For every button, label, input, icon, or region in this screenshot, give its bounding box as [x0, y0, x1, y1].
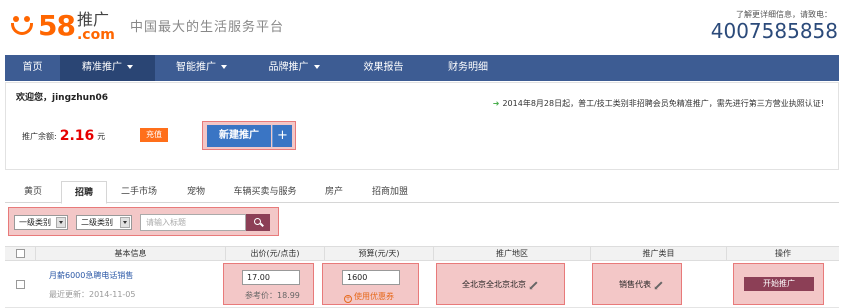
logo-tg-text: 推广 [76, 9, 109, 29]
search-button[interactable] [246, 214, 270, 231]
page-header: 58 推广 .com 中国最大的生活服务平台 了解更详细信息，请致电： 4007… [0, 0, 844, 55]
logo-number: 58 [38, 9, 76, 42]
tab-second-hand[interactable]: 二手市场 [107, 181, 171, 203]
category2-select[interactable]: 二级类别 [76, 215, 132, 230]
nav-item-home[interactable]: 首页 [5, 55, 60, 81]
category-tabs: 黄页 招聘 二手市场 宠物 车辆买卖与服务 房产 招商加盟 [5, 181, 839, 204]
select-all-checkbox[interactable] [16, 249, 25, 258]
new-promotion-button[interactable]: 新建推广 [207, 125, 271, 147]
slogan: 中国最大的生活服务平台 [130, 20, 285, 35]
chevron-down-icon [313, 65, 320, 69]
th-region: 推广地区 [433, 247, 590, 260]
nav-item-precise[interactable]: 精准推广 [60, 55, 155, 81]
pencil-icon [530, 280, 538, 289]
notice-text: ➜ 2014年8月28日起，普工/技工类别非招聘会员免精准推广，需先进行第三方营业… [492, 99, 824, 108]
start-promotion-button[interactable]: 开始推广 [744, 277, 814, 291]
logo-com-text: .com [76, 26, 115, 43]
category1-select[interactable]: 一级类别 [14, 215, 68, 230]
category-edit[interactable]: 销售代表 [619, 279, 663, 290]
bid-highlight: 17.00 参考价：18.99 [223, 263, 314, 305]
balance-label: 推广余额: [22, 132, 57, 141]
tab-yellow-pages[interactable]: 黄页 [5, 181, 61, 203]
category-highlight: 销售代表 [592, 263, 682, 305]
balance-amount: 2.16 [59, 128, 95, 144]
tab-franchise[interactable]: 招商加盟 [359, 181, 421, 203]
account-panel: 欢迎您，jingzhun06 ➜ 2014年8月28日起，普工/技工类别非招聘会员… [5, 82, 839, 170]
add-promotion-button[interactable]: + [272, 125, 292, 147]
pencil-icon [655, 280, 663, 289]
region-highlight: 全北京全北京北京 [436, 263, 565, 305]
table-header: 基本信息 出价(元/点击) 预算(元/天) 推广地区 推广类目 操作 [5, 246, 839, 261]
welcome-text: 欢迎您，jingzhun06 [16, 93, 109, 103]
reference-price: 参考价：18.99 [245, 291, 300, 300]
row-checkbox[interactable] [16, 280, 25, 289]
th-budget: 预算(元/天) [324, 247, 433, 260]
budget-input[interactable]: 1600 [342, 270, 400, 285]
th-action: 操作 [726, 247, 839, 260]
budget-highlight: 1600 + 使用优惠券 [322, 263, 419, 305]
tab-pets[interactable]: 宠物 [171, 181, 221, 203]
chevron-down-icon [127, 65, 133, 69]
region-edit[interactable]: 全北京全北京北京 [462, 279, 538, 290]
filter-highlight: 一级类别 二级类别 请输入标题 [8, 207, 279, 236]
recharge-button[interactable]: 充值 [140, 128, 168, 142]
use-coupon-link[interactable]: + 使用优惠券 [344, 291, 394, 303]
new-promotion-highlight: 新建推广 + [202, 121, 296, 150]
tab-recruitment[interactable]: 招聘 [61, 181, 107, 204]
nav-item-brand[interactable]: 品牌推广 [248, 55, 340, 81]
table-row: 月薪6000急聘电话销售 最近更新：2014-11-05 17.00 参考价：1… [5, 261, 839, 308]
chevron-down-icon [56, 217, 66, 228]
main-nav: 首页 精准推广 智能推广 品牌推广 效果报告 财务明细 [5, 55, 839, 81]
bid-input[interactable]: 17.00 [242, 270, 300, 285]
balance-unit: 元 [97, 132, 106, 141]
balance: 推广余额: 2.16 元 [22, 128, 105, 144]
th-category: 推广类目 [590, 247, 726, 260]
th-bid: 出价(元/点击) [225, 247, 324, 260]
tab-vehicles[interactable]: 车辆买卖与服务 [221, 181, 309, 203]
coupon-icon: + [344, 295, 352, 303]
nav-item-smart[interactable]: 智能推广 [155, 55, 248, 81]
chevron-down-icon [120, 217, 130, 228]
logo-smiley-icon [8, 12, 36, 40]
chevron-down-icon [221, 65, 227, 69]
arrow-right-icon: ➜ [492, 99, 500, 108]
updated-date: 最近更新：2014-11-05 [49, 290, 136, 299]
hotline-number: 4007585858 [710, 19, 838, 43]
th-basic-info: 基本信息 [35, 247, 225, 260]
ad-title-link[interactable]: 月薪6000急聘电话销售 [49, 270, 133, 281]
nav-item-report[interactable]: 效果报告 [340, 55, 427, 81]
nav-item-finance[interactable]: 财务明细 [427, 55, 509, 81]
action-highlight: 开始推广 [733, 263, 824, 305]
title-search-input[interactable]: 请输入标题 [140, 214, 246, 231]
logo[interactable]: 58 推广 .com [8, 8, 115, 44]
tab-real-estate[interactable]: 房产 [309, 181, 359, 203]
